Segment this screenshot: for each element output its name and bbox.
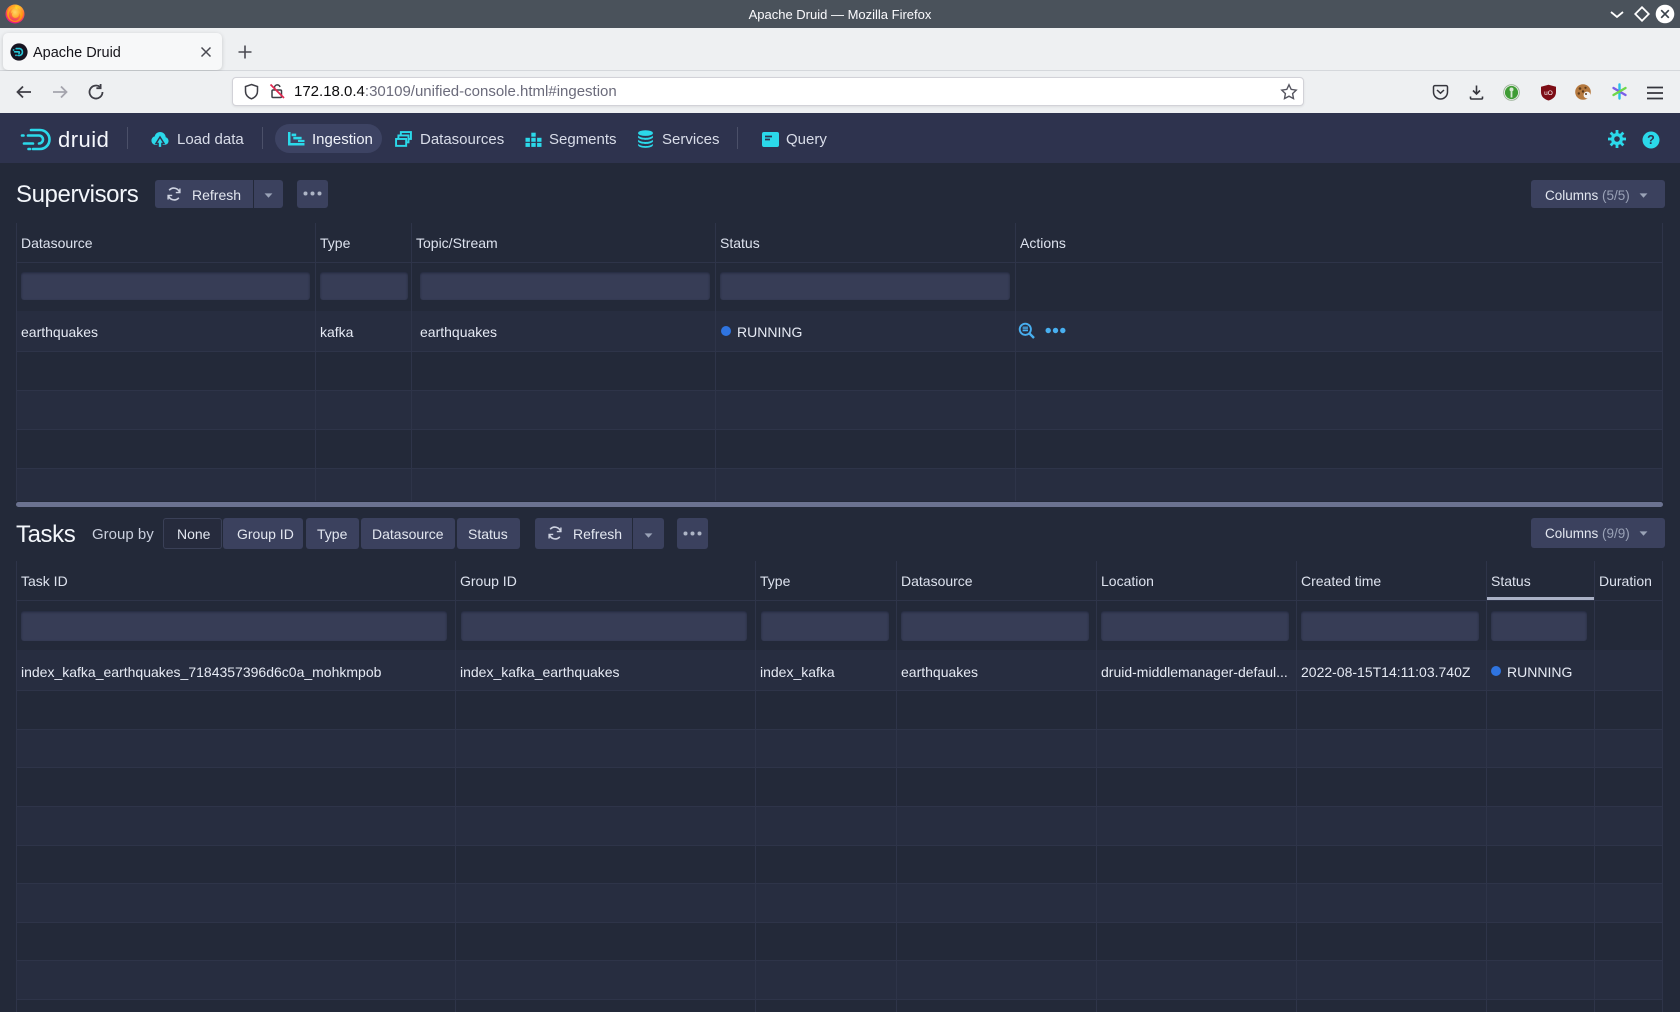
svg-text:uO: uO [1544, 90, 1553, 97]
svg-text:?: ? [1647, 133, 1655, 147]
